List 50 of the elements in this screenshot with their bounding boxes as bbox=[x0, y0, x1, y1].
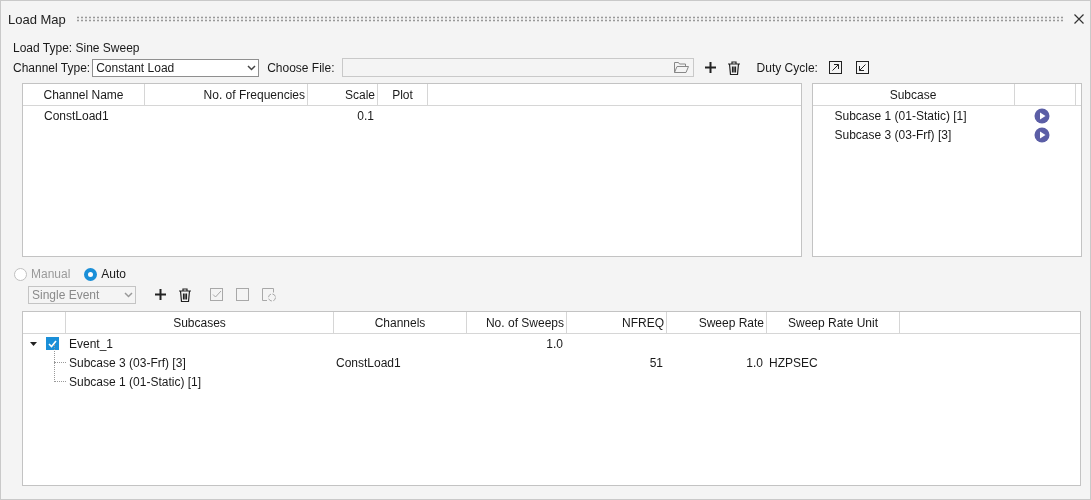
column-header[interactable]: Channels bbox=[334, 312, 467, 333]
toolbar-button[interactable] bbox=[155, 289, 166, 300]
window-title: Load Map bbox=[8, 11, 66, 27]
channel-type-label: Channel Type: bbox=[13, 60, 91, 75]
play-button[interactable] bbox=[1033, 126, 1050, 143]
import-button[interactable] bbox=[855, 61, 869, 74]
play-button[interactable] bbox=[1033, 107, 1050, 124]
add-button[interactable] bbox=[704, 62, 716, 73]
close-button[interactable] bbox=[1074, 14, 1084, 24]
delete-button[interactable] bbox=[727, 60, 740, 75]
plus-icon bbox=[155, 289, 166, 300]
event-name: Event_1 bbox=[69, 336, 114, 351]
trash-icon bbox=[727, 60, 740, 75]
choose-file-label: Choose File: bbox=[267, 60, 335, 75]
column-header[interactable]: NFREQ bbox=[567, 312, 667, 333]
load-type-label: Load Type: Sine Sweep bbox=[13, 41, 140, 55]
column-header[interactable]: Sweep Rate Unit bbox=[767, 312, 900, 333]
column-header[interactable]: Channel Name bbox=[23, 84, 145, 105]
column-header[interactable]: Scale bbox=[308, 84, 378, 105]
table-cell: ConstLoad1 bbox=[336, 355, 401, 370]
table-cell: 51 bbox=[649, 355, 663, 370]
table-cell: 1.0 bbox=[746, 355, 763, 370]
table-cell: 0.1 bbox=[357, 108, 374, 123]
column-header[interactable]: Subcases bbox=[66, 312, 334, 333]
column-header[interactable]: No. of Frequencies bbox=[145, 84, 308, 105]
column-header[interactable]: Sweep Rate bbox=[667, 312, 767, 333]
column-header[interactable]: Plot bbox=[378, 84, 428, 105]
plus-icon bbox=[704, 62, 716, 73]
radio-option[interactable]: Auto bbox=[84, 267, 127, 281]
column-header[interactable]: No. of Sweeps bbox=[467, 312, 567, 333]
subcase-item[interactable]: Subcase 1 (01-Static) [1] bbox=[834, 108, 1034, 123]
column-header[interactable]: Subcase bbox=[812, 84, 1015, 105]
file-path-field[interactable] bbox=[341, 58, 694, 77]
square-icon bbox=[236, 288, 249, 301]
subcase-item[interactable]: Subcase 3 (03-Frf) [3] bbox=[834, 127, 1034, 142]
checkbox-icon bbox=[210, 288, 223, 301]
trash-icon bbox=[179, 287, 191, 302]
table-cell: 1.0 bbox=[546, 336, 563, 351]
folder-icon bbox=[673, 62, 689, 73]
table-cell: HZPSEC bbox=[769, 355, 818, 370]
channel-type-dropdown[interactable]: Constant Load bbox=[92, 58, 260, 77]
checkbox[interactable] bbox=[46, 337, 59, 350]
subcase-name: Subcase 1 (01-Static) [1] bbox=[69, 374, 202, 389]
table-cell: ConstLoad1 bbox=[44, 108, 109, 123]
duty-cycle-label: Duty Cycle: bbox=[756, 60, 818, 75]
toolbar-button[interactable] bbox=[179, 287, 191, 302]
expand-arrow-icon[interactable] bbox=[30, 340, 37, 347]
subcase-name: Subcase 3 (03-Frf) [3] bbox=[69, 355, 186, 370]
export-button[interactable] bbox=[828, 61, 842, 74]
refresh-icon bbox=[262, 287, 277, 302]
